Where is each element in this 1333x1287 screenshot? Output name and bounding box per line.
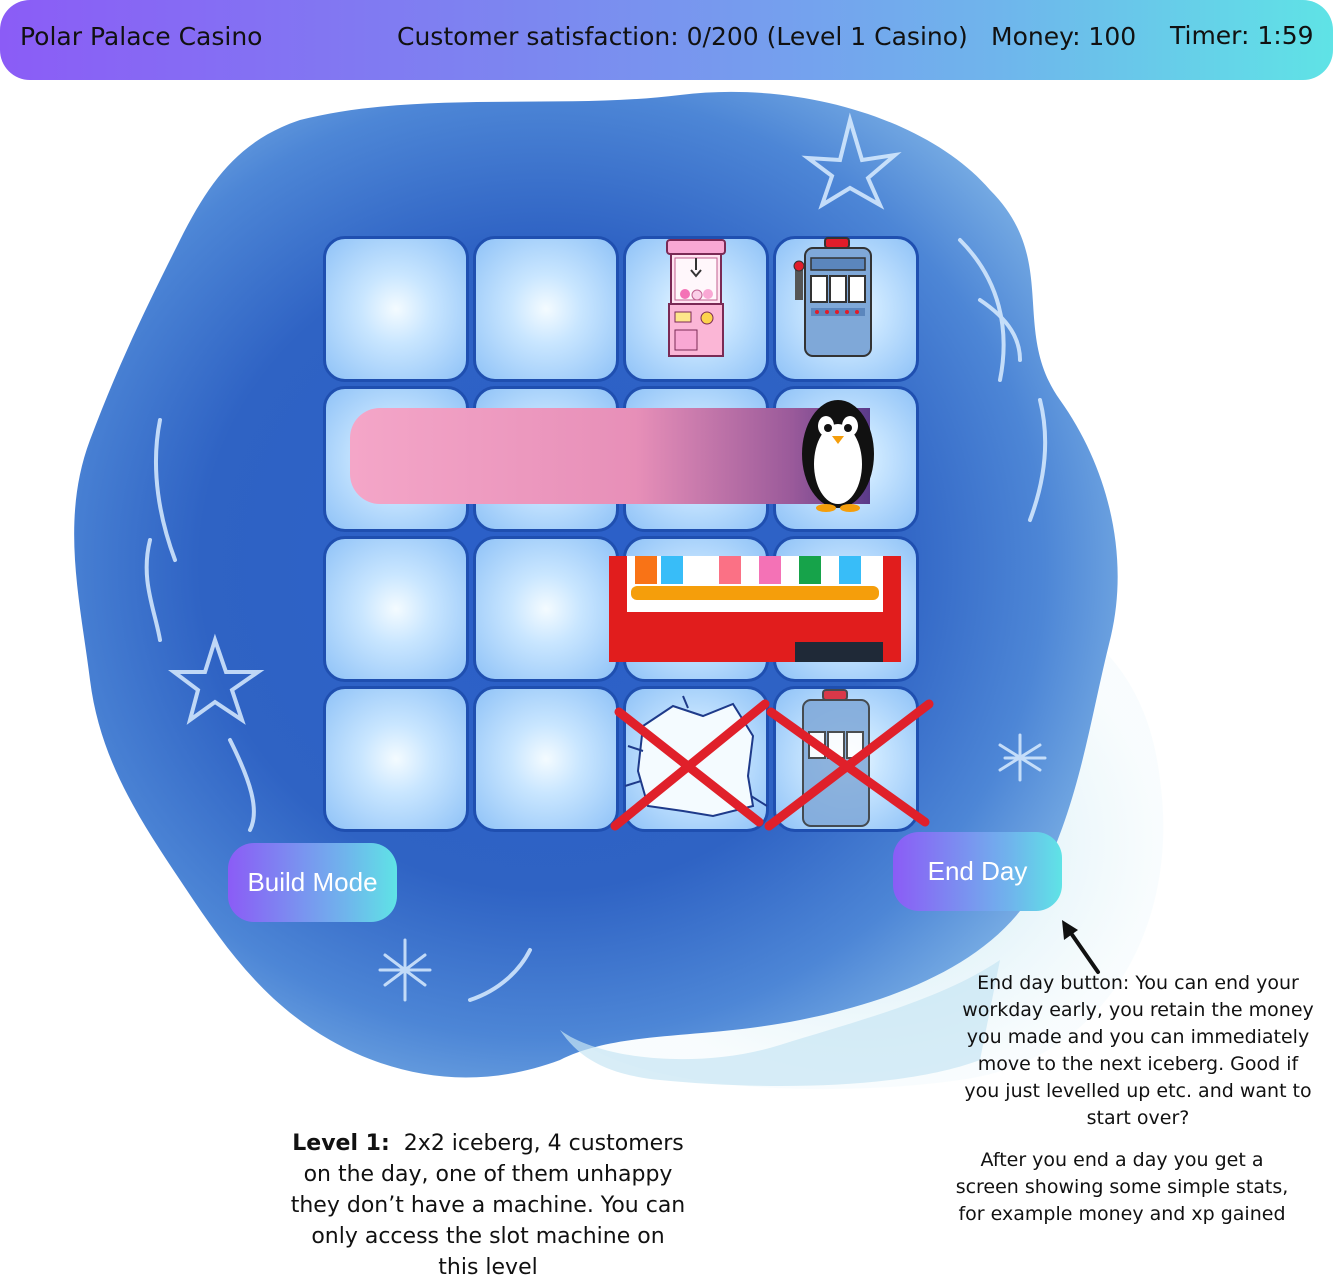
grid-tile[interactable] [323, 686, 469, 832]
after-end-day-note: After you end a day you get a screen sho… [955, 1149, 1289, 1225]
build-mode-button[interactable]: Build Mode [228, 843, 397, 922]
grid-tile[interactable] [323, 536, 469, 682]
timer: Timer: 1:59 [1170, 21, 1314, 50]
level-heading: Level 1: [292, 1131, 390, 1156]
grid-tile[interactable] [323, 236, 469, 382]
money-counter: Money: 100 [991, 22, 1137, 51]
slot-machine-icon[interactable] [791, 236, 883, 360]
claw-machine-icon[interactable] [663, 238, 729, 360]
arrow-icon [1062, 920, 1100, 974]
grid-tile[interactable] [473, 536, 619, 682]
vending-machine-icon[interactable] [609, 556, 901, 662]
grid-tile[interactable] [473, 236, 619, 382]
casino-title: Polar Palace Casino [20, 22, 263, 51]
end-day-button[interactable]: End Day [893, 832, 1062, 911]
red-cross-icon [610, 699, 934, 831]
grid-tile[interactable] [473, 686, 619, 832]
iceberg-grid [323, 236, 934, 832]
level-description: Level 1: 2x2 iceberg, 4 customers on the… [290, 1128, 686, 1283]
top-status-bar: Polar Palace Casino Customer satisfactio… [0, 0, 1333, 80]
penguin-customer-icon[interactable] [788, 392, 888, 514]
customer-satisfaction: Customer satisfaction: 0/200 (Level 1 Ca… [397, 22, 968, 51]
end-day-note: End day button: You can end your workday… [962, 972, 1314, 1129]
